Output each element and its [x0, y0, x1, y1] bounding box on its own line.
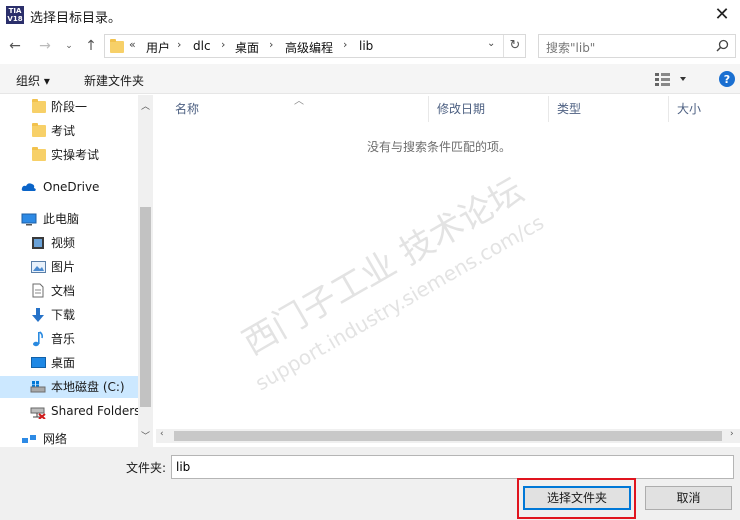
- up-arrow-icon[interactable]: ↑: [82, 34, 100, 58]
- close-button[interactable]: ✕: [704, 0, 740, 30]
- cloud-icon: [21, 183, 36, 191]
- column-label: 修改日期: [437, 102, 486, 116]
- scrollbar-thumb[interactable]: [174, 431, 722, 441]
- breadcrumb-advanced[interactable]: 高级编程: [285, 39, 333, 56]
- nav-label: 考试: [51, 124, 76, 138]
- search-box[interactable]: 搜索"lib": [538, 34, 736, 58]
- breadcrumb-desktop[interactable]: 桌面: [235, 39, 259, 56]
- nav-item-videos[interactable]: 视频: [0, 232, 138, 254]
- sort-up-icon: ︿: [294, 96, 304, 107]
- nav-label: 此电脑: [43, 212, 80, 226]
- nav-label: 音乐: [51, 332, 76, 346]
- desktop-icon: [31, 357, 46, 368]
- nav-label: 实操考试: [51, 148, 100, 162]
- folder-icon: [32, 147, 46, 161]
- nav-label: 阶段一: [51, 100, 88, 114]
- document-icon: [32, 283, 44, 298]
- column-type[interactable]: 类型: [549, 96, 669, 122]
- column-label: 类型: [557, 102, 582, 116]
- window-title: 选择目标目录。: [30, 11, 122, 26]
- nav-item-shared-folders[interactable]: Shared Folders: [0, 400, 138, 422]
- nav-label: OneDrive: [43, 180, 100, 194]
- command-bar: 组织 ▾ 新建文件夹 ?: [0, 64, 740, 94]
- empty-message: 没有与搜索条件匹配的项。: [366, 140, 511, 154]
- column-modified[interactable]: 修改日期: [429, 96, 549, 122]
- network-icon: [22, 435, 36, 443]
- breadcrumb-users[interactable]: 用户: [146, 39, 170, 56]
- app-icon: TIA V18: [6, 6, 24, 24]
- nav-item-documents[interactable]: 文档: [0, 280, 138, 302]
- watermark-title: 西门子工业 技术论坛: [236, 170, 530, 363]
- computer-icon: [21, 213, 37, 226]
- watermark-url: support.industry.siemens.com/cs: [251, 210, 548, 390]
- chevron-right-icon: ›: [343, 38, 348, 51]
- download-icon: [32, 308, 44, 322]
- folder-icon: [32, 99, 46, 113]
- nav-item-this-pc[interactable]: 此电脑: [0, 208, 138, 230]
- nav-label: 网络: [43, 432, 68, 446]
- overflow-icon[interactable]: «: [129, 38, 136, 51]
- back-arrow-icon[interactable]: ←: [6, 34, 24, 58]
- folder-label: 文件夹:: [126, 461, 167, 475]
- cancel-button[interactable]: 取消: [645, 486, 732, 510]
- network-drive-icon: [30, 407, 46, 419]
- nav-label: 文档: [51, 284, 76, 298]
- recent-chevron-icon[interactable]: ⌄: [60, 34, 78, 58]
- title-bar: TIA V18 选择目标目录。 ✕: [0, 0, 740, 30]
- drive-icon: [30, 381, 46, 393]
- breadcrumb-dlc[interactable]: dlc: [193, 39, 211, 53]
- nav-item-onedrive[interactable]: OneDrive: [0, 176, 138, 198]
- nav-scrollbar[interactable]: ︿ ﹀: [138, 95, 153, 447]
- chevron-right-icon: ›: [177, 38, 182, 51]
- organize-menu[interactable]: 组织 ▾: [16, 72, 50, 89]
- scroll-down-icon[interactable]: ﹀: [141, 429, 150, 442]
- nav-label: 下载: [51, 308, 76, 322]
- scroll-up-icon[interactable]: ︿: [141, 99, 150, 112]
- scrollbar-thumb[interactable]: [140, 207, 151, 407]
- video-icon: [32, 237, 44, 249]
- folder-icon: [32, 123, 46, 137]
- help-icon[interactable]: ?: [718, 70, 736, 88]
- horizontal-scrollbar[interactable]: ‹ ›: [156, 429, 740, 443]
- nav-folder-item[interactable]: 实操考试: [0, 144, 138, 166]
- view-options-icon[interactable]: [654, 72, 688, 86]
- search-input[interactable]: 搜索"lib": [546, 39, 595, 56]
- picture-icon: [31, 261, 46, 273]
- scroll-left-icon[interactable]: ‹: [160, 429, 164, 439]
- folder-icon: [110, 39, 124, 53]
- folder-name-input[interactable]: [171, 455, 734, 479]
- nav-label: 图片: [51, 260, 76, 274]
- new-folder-button[interactable]: 新建文件夹: [84, 72, 144, 89]
- nav-folder-item[interactable]: 考试: [0, 120, 138, 142]
- nav-item-pictures[interactable]: 图片: [0, 256, 138, 278]
- nav-label: 桌面: [51, 356, 76, 370]
- watermark: 西门子工业 技术论坛 support.industry.siemens.com/…: [236, 170, 548, 390]
- column-label: 大小: [677, 102, 702, 116]
- nav-label: 本地磁盘 (C:): [51, 380, 125, 394]
- address-bar[interactable]: « 用户 › dlc › 桌面 › 高级编程 › lib ⌄ ↻: [104, 34, 526, 58]
- nav-item-network[interactable]: 网络: [0, 430, 138, 446]
- music-icon: [33, 331, 44, 347]
- select-folder-button[interactable]: 选择文件夹: [523, 486, 631, 510]
- column-size[interactable]: 大小: [669, 96, 740, 122]
- forward-arrow-icon[interactable]: →: [36, 34, 54, 58]
- breadcrumb-lib[interactable]: lib: [359, 39, 373, 53]
- chevron-down-icon[interactable]: ⌄: [487, 38, 495, 49]
- column-label: 名称: [175, 102, 200, 116]
- nav-item-music[interactable]: 音乐: [0, 328, 138, 350]
- nav-label: 视频: [51, 236, 76, 250]
- search-icon: [716, 39, 729, 52]
- refresh-icon[interactable]: ↻: [503, 35, 526, 57]
- svg-text:?: ?: [724, 73, 730, 86]
- nav-item-downloads[interactable]: 下载: [0, 304, 138, 326]
- nav-label: Shared Folders: [51, 404, 138, 418]
- chevron-right-icon: ›: [269, 38, 274, 51]
- nav-item-local-disk[interactable]: 本地磁盘 (C:): [0, 376, 138, 398]
- navigation-pane: 阶段一 考试 实操考试 OneDrive 此电脑 视频 图片 文档 下载 音乐 …: [0, 95, 153, 447]
- scroll-right-icon[interactable]: ›: [730, 429, 734, 439]
- nav-item-desktop[interactable]: 桌面: [0, 352, 138, 374]
- nav-folder-item[interactable]: 阶段一: [0, 96, 138, 118]
- chevron-right-icon: ›: [221, 38, 226, 51]
